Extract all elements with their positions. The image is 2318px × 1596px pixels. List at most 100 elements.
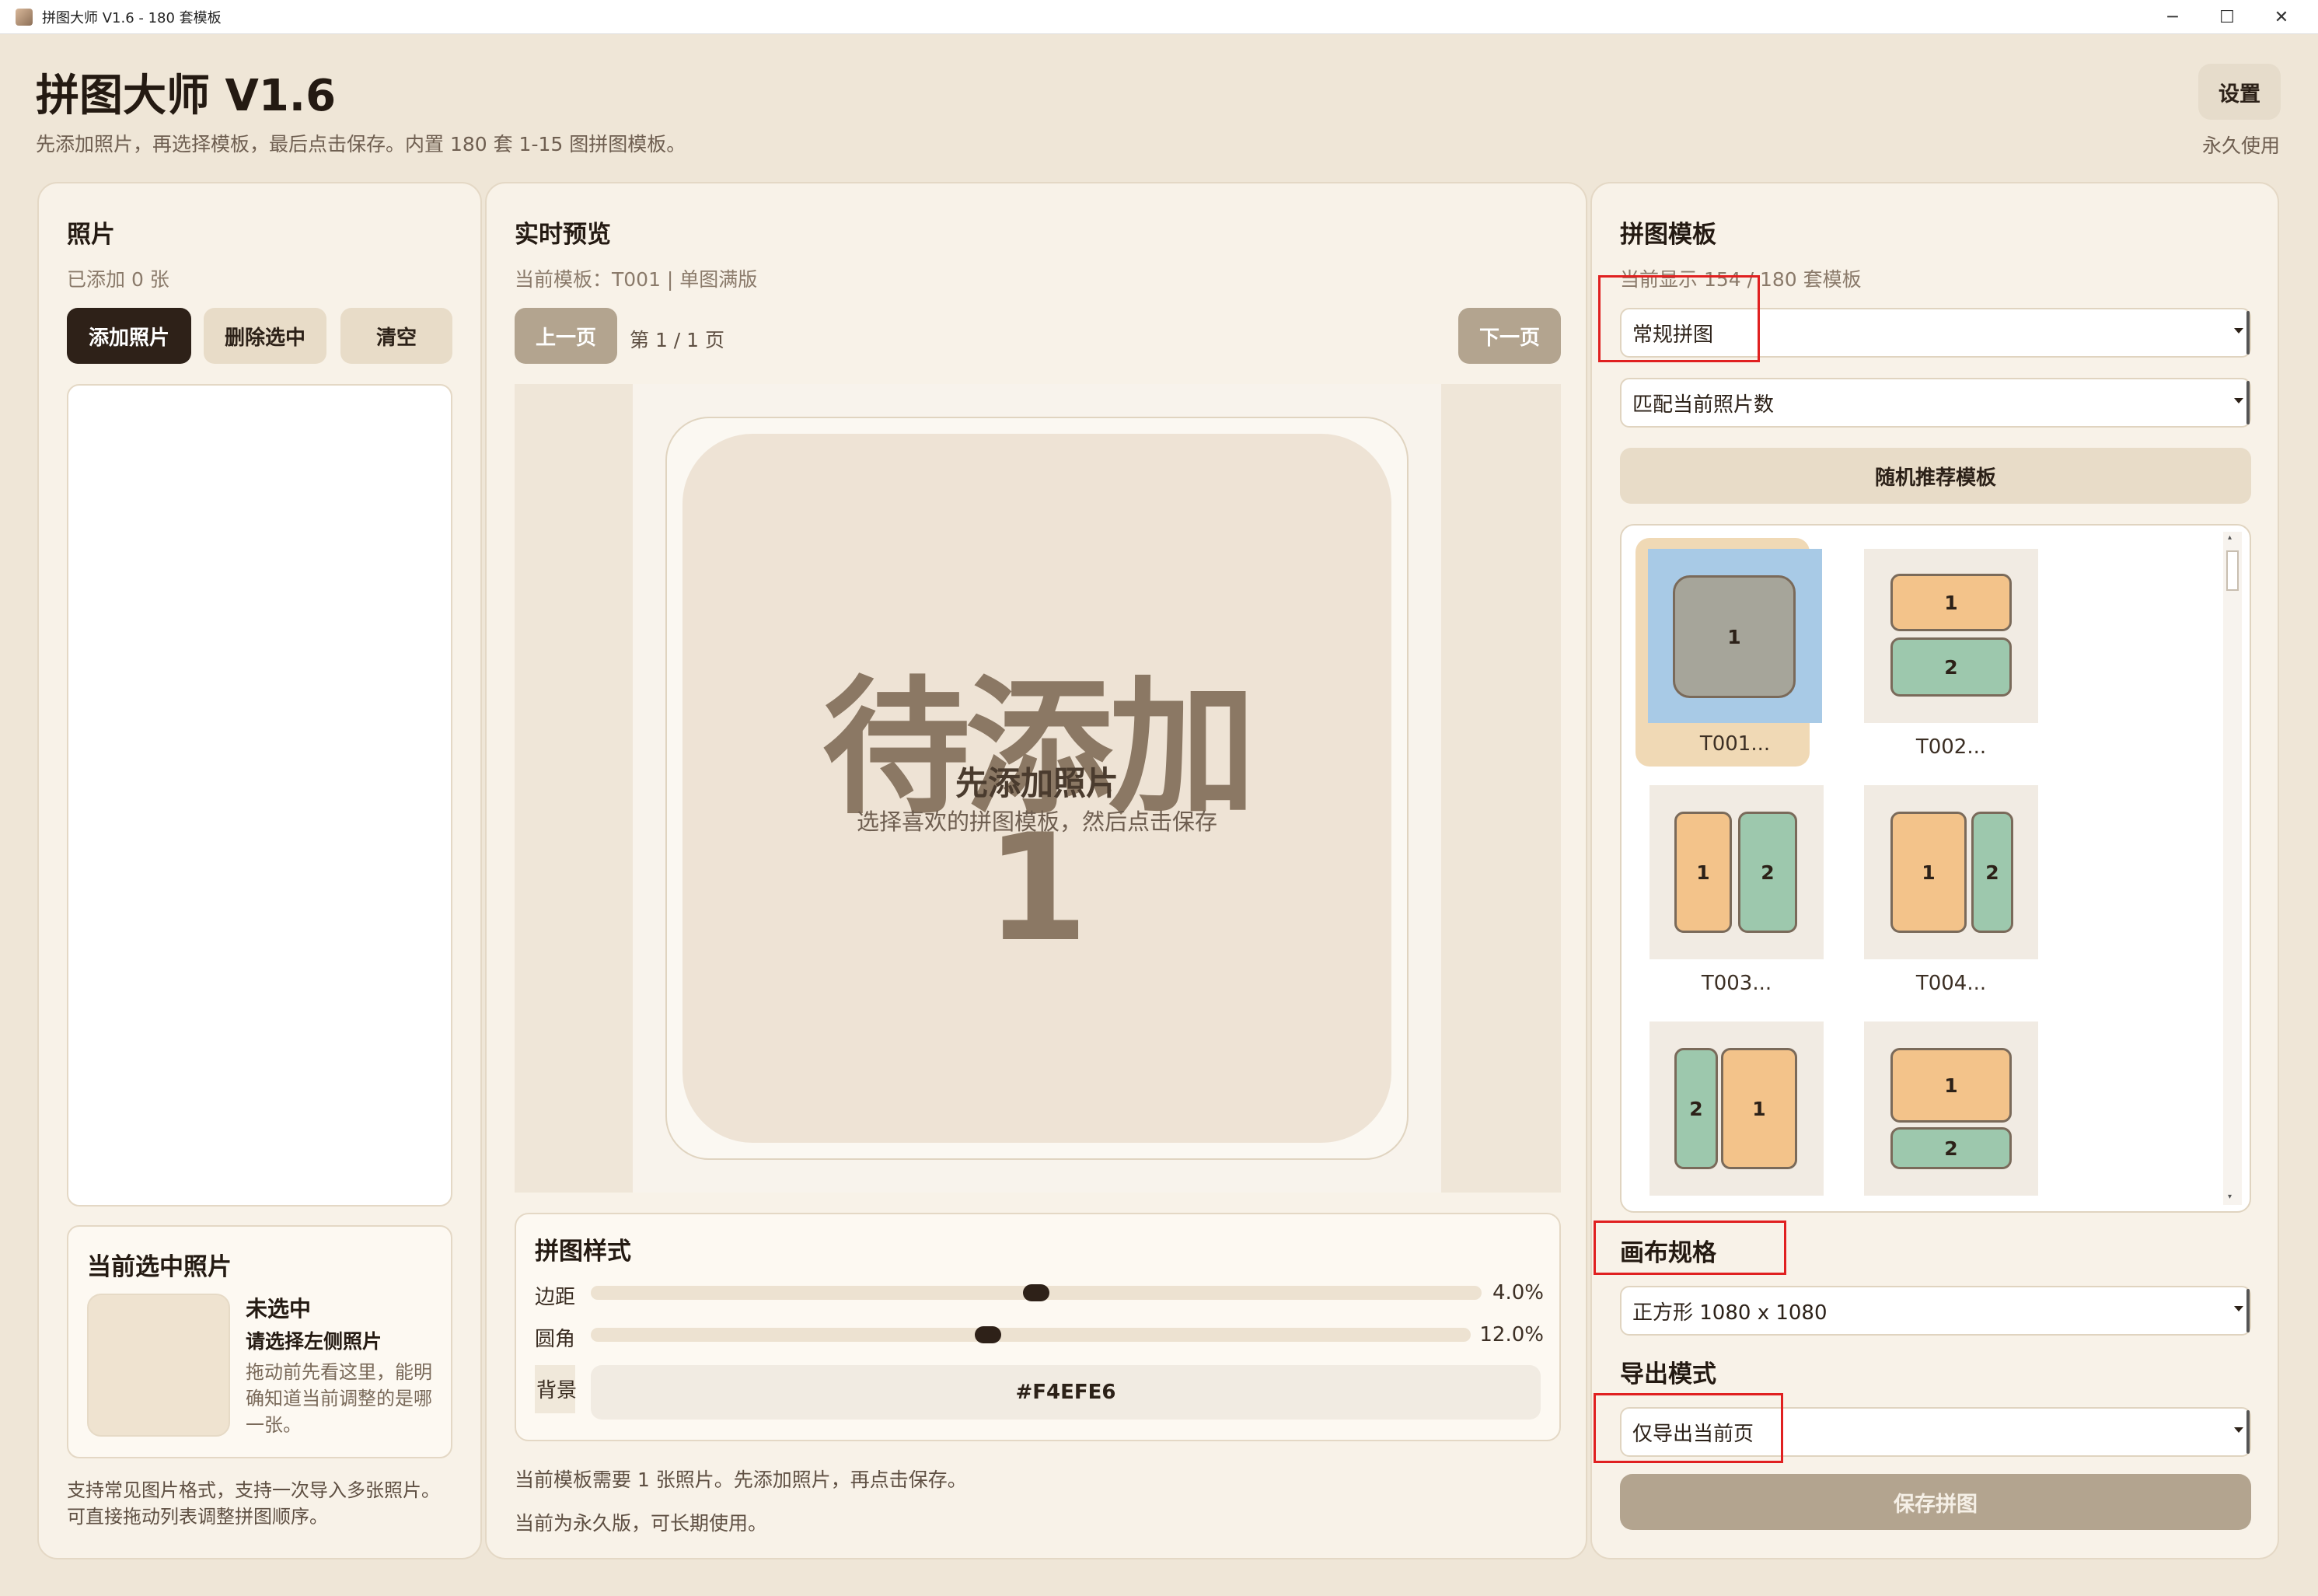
template-cell: 1 [1674,812,1732,933]
template-cell: 1 [1673,575,1796,698]
template-cell: 2 [1674,1048,1718,1169]
template-cell: 1 [1721,1048,1797,1169]
random-template-button[interactable]: 随机推荐模板 [1620,448,2251,504]
radius-slider[interactable] [591,1326,1471,1343]
chevron-down-icon [2234,398,2243,403]
prev-page-button[interactable]: 上一页 [515,308,617,364]
add-photo-button[interactable]: 添加照片 [67,308,191,364]
template-thumbnail: 1 2 [1864,549,2038,723]
photos-heading: 照片 [67,221,115,249]
minimize-icon[interactable]: ─ [2145,0,2200,34]
delete-selected-button[interactable]: 删除选中 [204,308,326,364]
template-name: T003... [1701,972,1772,995]
template-cell: 2 [1890,1127,2012,1169]
style-card: 拼图样式 边距 4.0% 圆角 12.0% 背景 #F4EFE6 [515,1213,1561,1441]
settings-button[interactable]: 设置 [2198,64,2281,120]
background-label: 背景 [536,1379,578,1402]
templates-panel: 拼图模板 当前显示 154 / 180 套模板 常规拼图 匹配当前照片数 随机推… [1590,182,2279,1559]
next-page-button[interactable]: 下一页 [1458,308,1561,364]
selected-photo-heading: 当前选中照片 [87,1253,232,1281]
canvas-size-value: 正方形 1080 x 1080 [1632,1301,1828,1325]
select-edge [2246,1289,2250,1332]
highlight-box [1598,275,1760,362]
select-edge [2246,1410,2250,1454]
scrollbar-thumb[interactable] [2226,550,2239,591]
window-title: 拼图大师 V1.6 - 180 套模板 [42,9,222,26]
radius-slider-thumb[interactable] [975,1326,1001,1343]
page-indicator: 第 1 / 1 页 [630,329,725,351]
radius-value: 12.0% [1479,1323,1544,1346]
highlight-box [1594,1393,1783,1463]
save-collage-button[interactable]: 保存拼图 [1620,1474,2251,1530]
filter-select[interactable]: 匹配当前照片数 [1620,378,2251,428]
scroll-up-icon[interactable]: ▴ [2228,533,2232,542]
photos-panel: 照片 已添加 0 张 添加照片 删除选中 清空 当前选中照片 未选中 请选择左侧… [37,182,482,1559]
template-name: T004... [1915,972,1987,995]
template-item-t005[interactable]: 2 1 [1649,1022,1824,1208]
photos-count: 已添加 0 张 [67,268,169,291]
margin-slider-thumb[interactable] [1023,1284,1049,1301]
select-edge [2246,381,2250,424]
chevron-down-icon [2234,328,2243,334]
preview-panel: 实时预览 当前模板：T001 | 单图满版 上一页 第 1 / 1 页 下一页 … [485,182,1587,1559]
style-heading: 拼图样式 [535,1238,631,1266]
maximize-icon[interactable]: ☐ [2200,0,2254,34]
template-cell: 2 [1738,812,1797,933]
selected-photo-card: 当前选中照片 未选中 请选择左侧照片 拖动前先看这里，能明确知道当前调整的是哪一… [67,1225,452,1458]
select-edge [2246,311,2250,354]
templates-heading: 拼图模板 [1620,221,1716,249]
background-color-button[interactable]: #F4EFE6 [591,1365,1541,1420]
license-label: 永久使用 [2201,134,2280,157]
selected-photo-thumbnail [87,1294,230,1437]
placeholder-title: 先添加照片 [955,764,1119,802]
preview-heading: 实时预览 [515,221,611,249]
template-item-t004[interactable]: 1 2 T004... [1864,785,2038,1003]
template-thumbnail: 2 1 [1649,1022,1824,1196]
preview-slot[interactable]: 待添加 1 先添加照片 选择喜欢的拼图模板，然后点击保存 [682,434,1391,1143]
app-title: 拼图大师 V1.6 [36,71,337,121]
photo-list[interactable] [67,384,452,1207]
template-item-t002[interactable]: 1 2 T002... [1864,549,2038,767]
selected-photo-hint: 请选择左侧照片 [246,1330,382,1353]
preview-canvas: 待添加 1 先添加照片 选择喜欢的拼图模板，然后点击保存 [633,384,1441,1193]
placeholder-slot-number: 1 [985,802,1089,974]
filter-select-value: 匹配当前照片数 [1632,393,1775,417]
preview-area: 待添加 1 先添加照片 选择喜欢的拼图模板，然后点击保存 [515,384,1561,1193]
status-note: 当前模板需要 1 张照片。先添加照片，再点击保存。 [515,1469,967,1491]
photos-footer-note: 支持常见图片格式，支持一次导入多张照片。可直接拖动列表调整拼图顺序。 [67,1479,440,1528]
template-item-t006[interactable]: 1 2 [1864,1022,2038,1208]
template-name: T001... [1699,732,1771,756]
highlight-box [1594,1221,1786,1275]
template-thumbnail: 1 2 [1864,1022,2038,1196]
export-heading: 导出模式 [1620,1360,1716,1388]
margin-slider[interactable] [591,1284,1482,1301]
app-icon [16,8,33,26]
placeholder-subtitle: 选择喜欢的拼图模板，然后点击保存 [856,808,1217,835]
scroll-down-icon[interactable]: ▾ [2228,1193,2232,1201]
template-item-t003[interactable]: 1 2 T003... [1649,785,1824,1003]
template-cell: 2 [1971,812,2013,933]
template-name: T002... [1915,735,1987,759]
template-cell: 2 [1890,637,2012,697]
template-thumbnail: 1 2 [1649,785,1824,959]
current-template-label: 当前模板：T001 | 单图满版 [515,268,758,291]
canvas-size-select[interactable]: 正方形 1080 x 1080 [1620,1286,2251,1336]
close-icon[interactable]: ✕ [2254,0,2309,34]
template-cell: 1 [1890,574,2012,631]
margin-label: 边距 [535,1286,576,1309]
template-thumbnail: 1 2 [1864,785,2038,959]
template-cell: 1 [1890,812,1967,933]
window-titlebar: 拼图大师 V1.6 - 180 套模板 ─ ☐ ✕ [0,0,2318,34]
chevron-down-icon [2234,1427,2243,1433]
selected-photo-title: 未选中 [246,1296,312,1322]
template-scrollbar[interactable]: ▴ ▾ [2223,532,2242,1205]
chevron-down-icon [2234,1306,2243,1311]
clear-button[interactable]: 清空 [340,308,452,364]
license-note: 当前为永久版，可长期使用。 [515,1512,768,1535]
template-cell: 1 [1890,1048,2012,1123]
template-grid: 1 T001... 1 2 T002... 1 2 T003... 1 2 T0… [1620,524,2251,1213]
radius-label: 圆角 [535,1328,576,1351]
app-subtitle: 先添加照片，再选择模板，最后点击保存。内置 180 套 1-15 图拼图模板。 [36,133,686,155]
template-item-t001[interactable]: 1 T001... [1636,538,1822,767]
template-thumbnail: 1 [1648,549,1822,723]
